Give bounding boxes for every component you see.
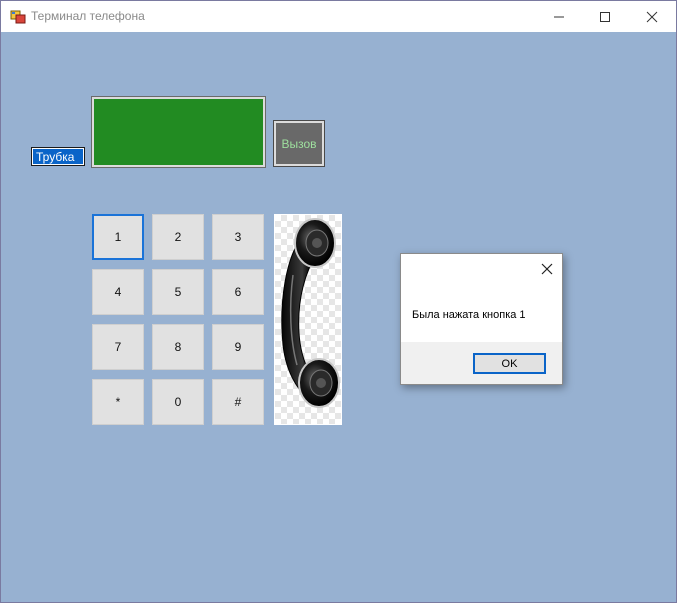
key-6[interactable]: 6 (212, 269, 264, 315)
dialog-close-button[interactable] (538, 260, 556, 278)
key-0[interactable]: 0 (152, 379, 204, 425)
key-2[interactable]: 2 (152, 214, 204, 260)
key-4[interactable]: 4 (92, 269, 144, 315)
key-star[interactable]: * (92, 379, 144, 425)
call-button[interactable]: Вызов (273, 120, 325, 167)
ok-button[interactable]: OK (473, 353, 546, 374)
dialog-message: Была нажата кнопка 1 (412, 309, 526, 321)
close-icon (541, 263, 553, 275)
key-9[interactable]: 9 (212, 324, 264, 370)
maximize-button[interactable] (582, 1, 628, 32)
minimize-button[interactable] (536, 1, 582, 32)
dialog-footer: OK (401, 342, 562, 384)
tube-label: Трубка (31, 147, 85, 166)
minimize-icon (554, 16, 564, 17)
close-button[interactable] (629, 1, 675, 32)
number-display (91, 96, 266, 168)
telephone-handset-icon (281, 218, 340, 408)
client-area: Трубка Вызов 1 2 3 4 5 6 7 8 9 * 0 # (1, 32, 676, 602)
handset-picture[interactable] (274, 214, 342, 425)
main-window: Терминал телефона Трубка Вызов 1 2 3 4 5… (0, 0, 677, 603)
message-box: Была нажата кнопка 1 OK (400, 253, 563, 385)
key-3[interactable]: 3 (212, 214, 264, 260)
app-icon (10, 10, 26, 24)
key-hash[interactable]: # (212, 379, 264, 425)
close-icon (646, 11, 658, 22)
window-title: Терминал телефона (31, 9, 145, 23)
key-5[interactable]: 5 (152, 269, 204, 315)
key-1[interactable]: 1 (92, 214, 144, 260)
key-8[interactable]: 8 (152, 324, 204, 370)
title-bar[interactable]: Терминал телефона (1, 1, 676, 32)
key-7[interactable]: 7 (92, 324, 144, 370)
maximize-icon (600, 11, 610, 22)
